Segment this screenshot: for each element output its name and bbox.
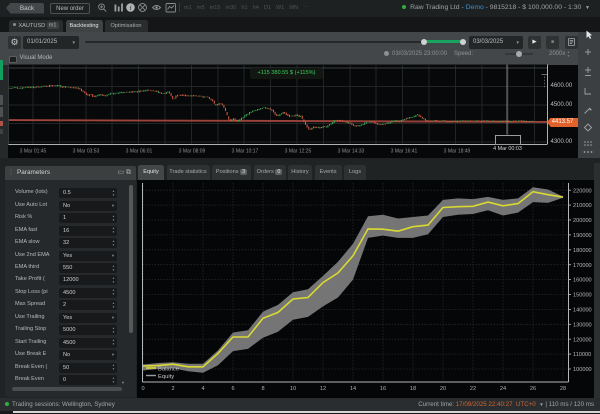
svg-text:18: 18: [410, 386, 416, 392]
svg-text:Balance: Balance: [158, 367, 179, 373]
svg-text:20: 20: [440, 386, 446, 392]
svg-text:10: 10: [290, 386, 296, 392]
svg-text:22: 22: [470, 386, 476, 392]
svg-text:0: 0: [141, 386, 144, 392]
svg-text:210000: 210000: [573, 203, 592, 209]
svg-text:28: 28: [560, 386, 566, 392]
svg-text:14: 14: [350, 386, 356, 392]
svg-text:4: 4: [201, 386, 204, 392]
svg-text:24: 24: [500, 386, 506, 392]
svg-text:220000: 220000: [573, 188, 592, 194]
svg-text:200000: 200000: [573, 218, 592, 224]
svg-text:12: 12: [320, 386, 326, 392]
svg-text:150000: 150000: [573, 293, 592, 299]
svg-text:140000: 140000: [573, 308, 592, 314]
svg-text:190000: 190000: [573, 233, 592, 239]
svg-text:130000: 130000: [573, 322, 592, 328]
svg-text:120000: 120000: [573, 337, 592, 343]
svg-text:160000: 160000: [573, 278, 592, 284]
svg-text:2: 2: [171, 386, 174, 392]
svg-text:16: 16: [380, 386, 386, 392]
svg-text:Equity: Equity: [158, 374, 174, 380]
svg-text:8: 8: [261, 386, 264, 392]
svg-text:170000: 170000: [573, 263, 592, 269]
svg-text:180000: 180000: [573, 248, 592, 254]
svg-text:100000: 100000: [573, 367, 592, 373]
svg-text:6: 6: [231, 386, 234, 392]
svg-text:110000: 110000: [573, 352, 591, 358]
svg-text:26: 26: [530, 386, 536, 392]
